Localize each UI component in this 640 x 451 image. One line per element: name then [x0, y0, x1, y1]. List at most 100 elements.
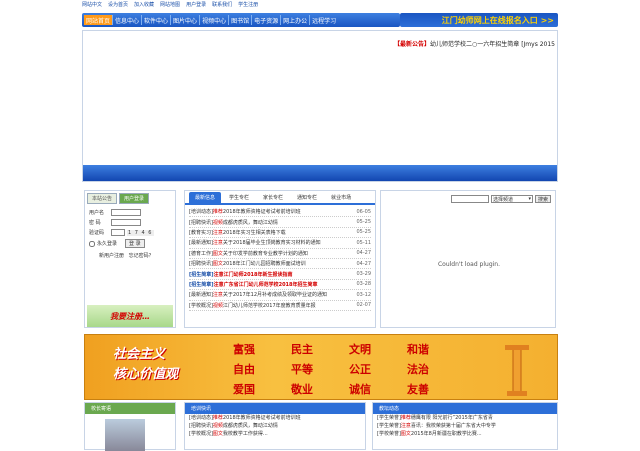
tab-announcements[interactable]: 本站公告	[87, 193, 118, 204]
top-link[interactable]: 网站中文	[82, 1, 102, 8]
list-item[interactable]: [学校荣誉]图文2015年8月新疆在职教学比赛...	[373, 430, 557, 438]
nav-item-pictures[interactable]: 图片中心	[170, 15, 199, 25]
core-value-word: 平等	[291, 363, 313, 376]
main-bottom-bar	[83, 165, 557, 181]
top-link[interactable]: 网站地图	[160, 1, 180, 8]
password-input[interactable]	[111, 219, 141, 226]
news-row[interactable]: [学校概况]视频江门幼儿师范学校2017年度教育质量年报 02-07	[189, 301, 371, 311]
tab-jobs[interactable]: 就业市场	[325, 192, 357, 203]
top-link[interactable]: 学生注册	[238, 1, 258, 8]
training-news-title: 培训快讯	[185, 403, 365, 414]
core-value-word: 公正	[349, 363, 371, 376]
core-value-word: 敬业	[291, 383, 313, 396]
news-row[interactable]: [培训动态]推荐2018年教师资格证考试考前培训班 06-05	[189, 207, 371, 218]
core-value-word: 法治	[407, 363, 429, 376]
news-title[interactable]: [德育工作]图文关于印发学前教育专业教学计划的通知	[189, 250, 308, 257]
principal-photo	[105, 419, 145, 451]
nav-item-home[interactable]: 网站首页	[84, 15, 113, 25]
notice-tag: 【最新公告】	[394, 41, 431, 48]
forgot-link[interactable]: 忘记密码？	[129, 253, 154, 259]
news-title[interactable]: [招聘快讯]图文2018年江门幼儿园招聘教师面试培训	[189, 260, 306, 267]
training-news-panel: 培训快讯 [培训动态]推荐2018年教师资格证考试考前培训班 [招聘快讯]视频成都…	[184, 402, 366, 450]
core-values-banner: 社会主义 核心价值观 富强 民主 文明 和谐 自由 平等 公正 法治 爱国 敬业 诚信 友善	[84, 334, 558, 400]
notice-text: 幼儿师范学校二○一六年招生简章 [Jmys 2015	[430, 41, 555, 48]
teaching-news-list: [学生荣誉]推荐穗鹰有限 阳光前行”2015年广东省青 [学生荣誉]注意喜讯：我校…	[373, 414, 557, 438]
list-item[interactable]: [学生荣誉]推荐穗鹰有限 阳光前行”2015年广东省青	[373, 414, 557, 422]
top-link[interactable]: 设为首页	[108, 1, 128, 8]
main-nav: 网站首页 信息中心 软件中心 图片中心 视频中心 图书馆 电子资源 网上办公 远…	[82, 13, 400, 27]
news-date: 03-12	[356, 291, 371, 298]
nav-item-remote[interactable]: 远程学习	[309, 15, 338, 25]
news-date: 03-29	[356, 271, 371, 278]
news-title[interactable]: [招生简章]注意广东省江门幼儿师范学校2018年招生简章	[189, 281, 318, 288]
signup-banner[interactable]: 我要注册…	[87, 305, 173, 327]
core-value-word: 诚信	[349, 383, 371, 396]
online-signup-banner[interactable]: 江门幼师网上在线报名入口 >>	[400, 13, 558, 27]
nav-item-library[interactable]: 图书馆	[228, 15, 251, 25]
search-bar: 选择频道 ▾ 搜索	[450, 195, 551, 203]
news-row[interactable]: [招聘快讯]视频成都虎质风，舞动江幼情 05-25	[189, 217, 371, 228]
nav-item-software[interactable]: 软件中心	[141, 15, 170, 25]
news-date: 04-27	[356, 250, 371, 257]
remember-checkbox[interactable]	[89, 240, 95, 247]
tab-parents[interactable]: 家长专栏	[257, 192, 289, 203]
notice-marquee[interactable]: 【最新公告】幼儿师范学校二○一六年招生简章 [Jmys 2015	[394, 39, 555, 48]
news-row[interactable]: [教育实习]注意2018年实习生相关表格下载 05-25	[189, 228, 371, 239]
news-row[interactable]: [招聘快讯]图文2018年江门幼儿园招聘教师面试培训 04-27	[189, 259, 371, 270]
top-link[interactable]: 加入收藏	[134, 1, 154, 8]
login-links: 新用户注册 忘记密码？	[99, 252, 175, 259]
news-row[interactable]: [德育工作]图文关于印发学前教育专业教学计划的通知 04-27	[189, 249, 371, 259]
news-date: 03-28	[356, 281, 371, 288]
login-panel: 本站公告 用户登录 用户名 密 码 验证码 1 7 4 6 永久登录 登 录 新…	[84, 190, 176, 328]
main-content-frame: 【最新公告】幼儿师范学校二○一六年招生简章 [Jmys 2015	[82, 30, 558, 182]
news-title[interactable]: [招聘快讯]视频成都虎质风，舞动江幼情	[189, 219, 278, 226]
top-link[interactable]: 联系我们	[212, 1, 232, 8]
plugin-panel: 选择频道 ▾ 搜索 Couldn't load plugin.	[380, 190, 556, 328]
list-item[interactable]: [学校概况]图文我校教学工作获得...	[185, 430, 365, 438]
plugin-error-message: Couldn't load plugin.	[437, 261, 501, 268]
core-values-title-line2: 核心价值观	[113, 367, 179, 382]
captcha-input[interactable]	[111, 229, 125, 236]
nav-item-video[interactable]: 视频中心	[199, 15, 228, 25]
nav-item-office[interactable]: 网上办公	[280, 15, 309, 25]
core-value-word: 民主	[291, 343, 313, 356]
news-row[interactable]: [招生简章]注意江门幼师2018年新生报读指南 03-29	[189, 269, 371, 280]
nav-item-info[interactable]: 信息中心	[112, 15, 141, 25]
core-value-word: 文明	[349, 343, 371, 356]
search-button[interactable]: 搜索	[534, 195, 551, 203]
search-input[interactable]	[450, 195, 489, 203]
news-title[interactable]: [最新通知]注意关于2017年12月补考成绩及领取毕业证的通知	[189, 291, 327, 298]
news-row[interactable]: [招生简章]注意广东省江门幼儿师范学校2018年招生简章 03-28	[189, 280, 371, 291]
news-title[interactable]: [教育实习]注意2018年实习生相关表格下载	[189, 229, 286, 236]
news-date: 05-25	[356, 229, 371, 236]
teaching-news-panel: 教坛动态 [学生荣誉]推荐穗鹰有限 阳光前行”2015年广东省青 [学生荣誉]注意…	[372, 402, 558, 450]
core-values-title: 社会主义 核心价值观	[113, 345, 178, 385]
tab-latest[interactable]: 最新信息	[189, 192, 222, 203]
username-input[interactable]	[111, 209, 141, 216]
news-panel: 最新信息 学生专栏 家长专栏 通知专栏 就业市场 [培训动态]推荐2018年教师…	[184, 190, 376, 328]
list-item[interactable]: [招聘快讯]视频成都虎质风，舞动江幼情	[185, 422, 365, 430]
news-title[interactable]: [培训动态]推荐2018年教师资格证考试考前培训班	[189, 208, 301, 215]
captcha-image[interactable]: 1 7 4 6	[127, 229, 154, 236]
tab-notices[interactable]: 通知专栏	[291, 192, 323, 203]
signup-text: 我要注册…	[110, 311, 150, 321]
channel-select[interactable]: 选择频道 ▾	[490, 195, 533, 203]
news-title[interactable]: [学校概况]视频江门幼儿师范学校2017年度教育质量年报	[189, 302, 316, 309]
news-tabs: 最新信息 学生专栏 家长专栏 通知专栏 就业市场	[185, 191, 375, 205]
list-item[interactable]: [培训动态]推荐2018年教师资格证考试考前培训班	[185, 414, 365, 422]
news-row[interactable]: [最新通知]注意关于2017年12月补考成绩及领取毕业证的通知 03-12	[189, 290, 371, 301]
core-value-word: 自由	[233, 363, 255, 376]
nav-item-eresources[interactable]: 电子资源	[251, 15, 280, 25]
news-row[interactable]: [最新通知]注意关于2018届毕业生顶岗教育实习材料的通知 05-11	[189, 238, 371, 249]
tab-students[interactable]: 学生专栏	[223, 192, 255, 203]
top-link[interactable]: 用户登录	[186, 1, 206, 8]
news-date: 05-25	[356, 219, 371, 226]
login-button[interactable]: 登 录	[125, 239, 145, 248]
chevron-down-icon: ▾	[528, 196, 531, 202]
news-title[interactable]: [最新通知]注意关于2018届毕业生顶岗教育实习材料的通知	[189, 239, 321, 246]
register-link[interactable]: 新用户注册	[99, 253, 124, 259]
list-item[interactable]: [学生荣誉]注意喜讯：我校荣获第十届广东省大中专学	[373, 422, 557, 430]
tab-user-login[interactable]: 用户登录	[119, 193, 150, 204]
news-title[interactable]: [招生简章]注意江门幼师2018年新生报读指南	[189, 271, 293, 278]
core-value-word: 富强	[233, 343, 255, 356]
